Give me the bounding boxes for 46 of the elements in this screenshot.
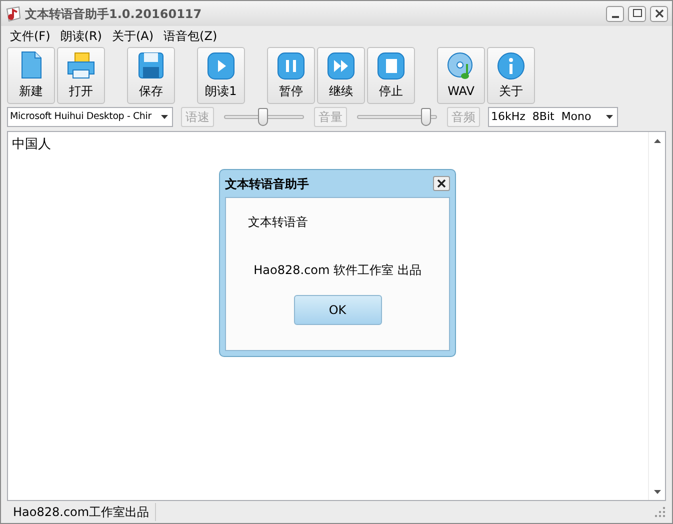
dialog-credit: Hao828.com 软件工作室 出品: [254, 262, 422, 279]
fast-forward-icon: [325, 50, 357, 81]
dialog-message: 文本转语音: [248, 214, 308, 231]
minimize-button[interactable]: [606, 6, 624, 22]
toolbar-button[interactable]: 停止: [367, 47, 415, 104]
resize-grip-icon: [655, 506, 666, 518]
toolbar-button[interactable]: 继续: [317, 47, 365, 104]
audio-format-select[interactable]: 16kHz 8Bit Mono: [488, 107, 618, 127]
minimize-icon: [612, 16, 618, 18]
toolbar-button[interactable]: 关于: [487, 47, 535, 104]
menu-item[interactable]: 语音包(Z): [158, 26, 222, 44]
app-icon: [5, 6, 21, 22]
toolbar-button[interactable]: 暂停: [267, 47, 315, 104]
window-title: 文本转语音助手1.0.20160117: [25, 6, 202, 22]
close-icon: [652, 7, 666, 20]
slider-track[interactable]: [355, 107, 439, 127]
maximize-button[interactable]: [628, 6, 646, 22]
toolbar-button[interactable]: 保存: [127, 47, 175, 104]
maximize-icon: [630, 7, 644, 20]
toolbar-button[interactable]: 打开: [57, 47, 105, 104]
ok-button[interactable]: OK: [294, 295, 382, 325]
voice-select[interactable]: Microsoft Huihui Desktop - Chir: [7, 107, 173, 127]
slider-track[interactable]: [222, 107, 306, 127]
info-icon: [495, 50, 527, 81]
slider-thumb[interactable]: [258, 108, 268, 126]
close-button[interactable]: [650, 6, 668, 22]
play-icon: [205, 50, 237, 81]
pause-icon: [275, 50, 307, 81]
dropdown-arrow-icon: [160, 115, 168, 119]
stop-icon: [375, 50, 407, 81]
dialog-title: 文本转语音助手: [225, 176, 309, 192]
close-icon: [437, 179, 446, 188]
toolbar-button[interactable]: WAV: [437, 47, 485, 104]
status-text: Hao828.com工作室出品: [7, 503, 156, 521]
dropdown-arrow-icon: [606, 115, 612, 119]
toolbar-button[interactable]: 新建: [7, 47, 55, 104]
close-button[interactable]: [433, 176, 450, 191]
toolbar-button[interactable]: 朗读1: [197, 47, 245, 104]
menu-item[interactable]: 文件(F): [5, 26, 56, 44]
menu-item[interactable]: 关于(A): [106, 26, 159, 44]
slider-thumb[interactable]: [421, 108, 432, 126]
scroll-down-icon: [654, 490, 661, 494]
editor-text: 中国人: [12, 137, 51, 152]
printer-icon: [65, 50, 97, 81]
scroll-up-icon: [654, 138, 661, 142]
menu-item[interactable]: 朗读(R): [55, 26, 107, 44]
